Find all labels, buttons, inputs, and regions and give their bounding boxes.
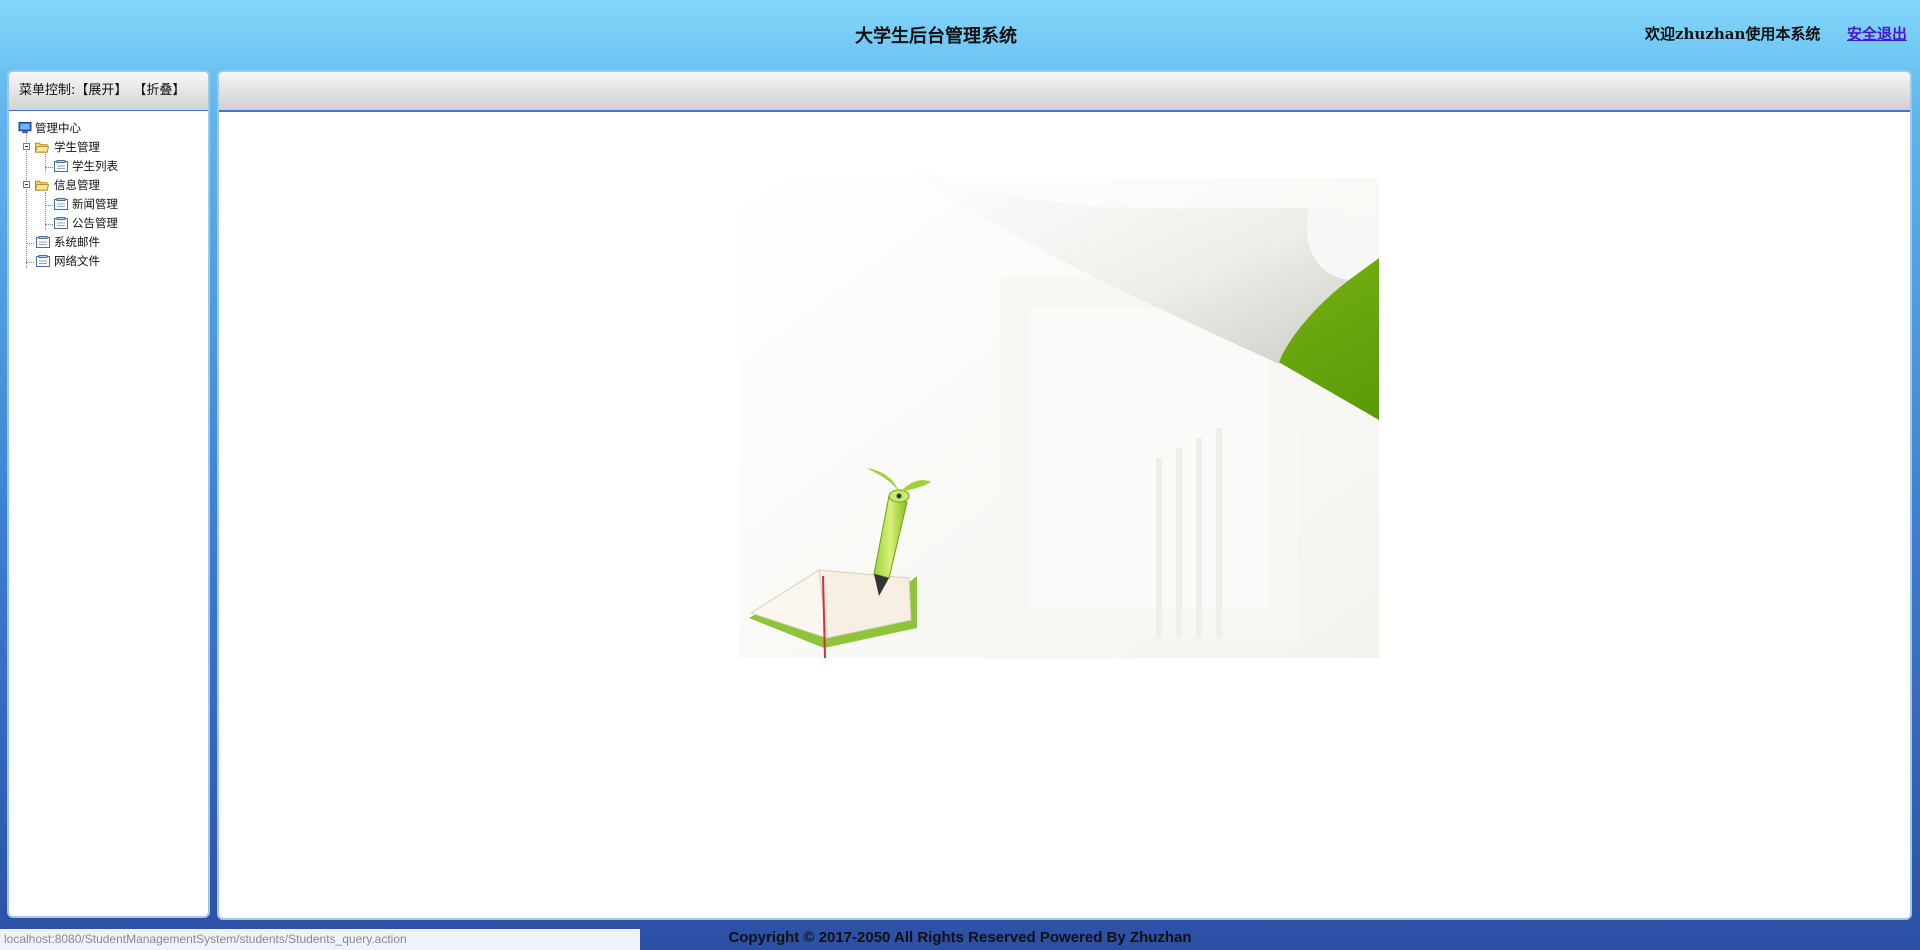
welcome-message: 欢迎zhuzhan使用本系统 [1645,25,1821,43]
tree-folder-student-management[interactable]: 学生管理 [9,138,208,157]
tree-item-label: 信息管理 [54,178,100,192]
tree-item-label: 新闻管理 [72,197,118,211]
welcome-illustration [739,162,1379,658]
tree-item-label: 公告管理 [72,216,118,230]
logout-link[interactable]: 安全退出 [1847,23,1907,44]
tree-item-label: 学生列表 [72,159,118,173]
menu-tree: 管理中心 学生管理 学生列表 信息管理 新闻管理 公告管理 系统邮件 网络文件 [9,111,208,271]
status-bar-url: localhost:8080/StudentManagementSystem/s… [0,929,640,950]
tree-item-student-list[interactable]: 学生列表 [9,157,208,176]
tree-item-label: 学生管理 [54,140,100,154]
tree-folder-info-management[interactable]: 信息管理 [9,176,208,195]
page-icon [54,198,68,210]
collapse-toggle-icon[interactable] [23,181,30,188]
collapse-toggle-icon[interactable] [23,143,30,150]
tree-item-management-center[interactable]: 管理中心 [9,119,208,138]
page-icon [54,217,68,229]
main-content-header [219,72,1910,112]
tree-item-notice[interactable]: 公告管理 [9,214,208,233]
tree-item-label: 管理中心 [35,121,81,135]
menu-control-label: 菜单控制: [19,83,76,98]
menu-control-bar: 菜单控制:【展开】 【折叠】 [9,72,208,111]
tree-item-news[interactable]: 新闻管理 [9,195,208,214]
tree-item-label: 网络文件 [54,254,100,268]
computer-icon [18,122,32,134]
tree-item-system-mail[interactable]: 系统邮件 [9,233,208,252]
main-content-panel [217,70,1912,920]
page-title: 大学生后台管理系统 [855,26,1017,47]
expand-all-link[interactable]: 【展开】 [75,83,127,98]
collapse-all-link[interactable]: 【折叠】 [133,83,185,98]
tree-item-network-files[interactable]: 网络文件 [9,252,208,271]
page-icon [54,160,68,172]
folder-open-icon [35,142,49,153]
tree-item-label: 系统邮件 [54,235,100,249]
page-icon [36,255,50,267]
folder-open-icon [35,180,49,191]
sidebar-panel: 菜单控制:【展开】 【折叠】 管理中心 学生管理 学生列表 信息管理 新闻管理 … [7,70,210,918]
page-icon [36,236,50,248]
top-header: 大学生后台管理系统 欢迎zhuzhan使用本系统 安全退出 [0,0,1920,68]
